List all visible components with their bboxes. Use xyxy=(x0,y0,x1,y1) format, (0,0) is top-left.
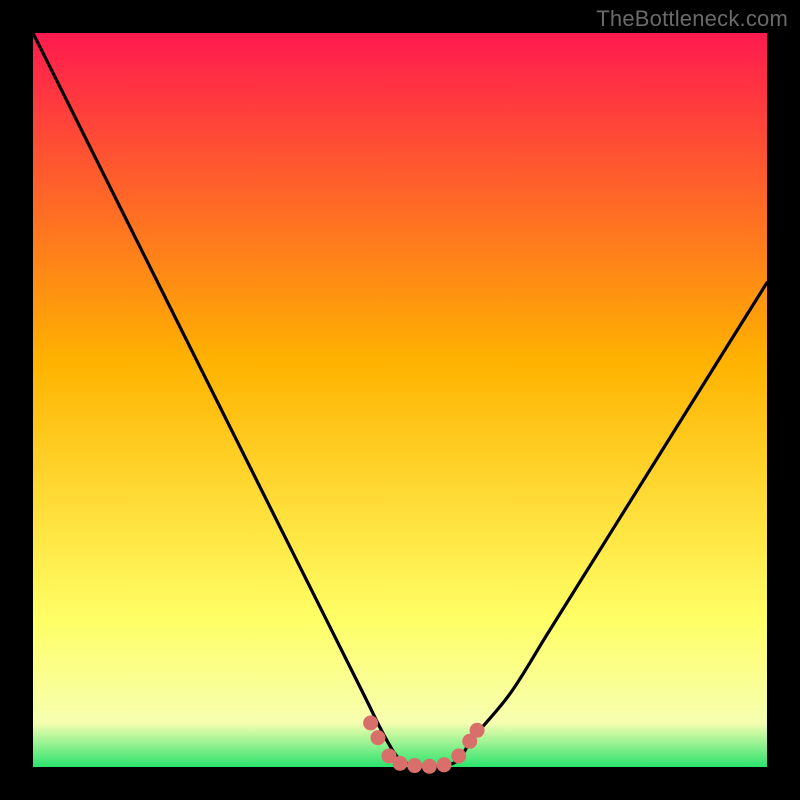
curve-marker xyxy=(451,748,466,763)
curve-marker xyxy=(393,756,408,771)
curve-marker xyxy=(370,730,385,745)
curve-marker xyxy=(422,759,437,774)
watermark-text: TheBottleneck.com xyxy=(596,6,788,32)
chart-frame: TheBottleneck.com xyxy=(0,0,800,800)
curve-marker xyxy=(363,715,378,730)
plot-background xyxy=(33,33,767,767)
curve-marker xyxy=(437,757,452,772)
curve-marker xyxy=(470,723,485,738)
bottleneck-chart xyxy=(0,0,800,800)
curve-marker xyxy=(407,758,422,773)
